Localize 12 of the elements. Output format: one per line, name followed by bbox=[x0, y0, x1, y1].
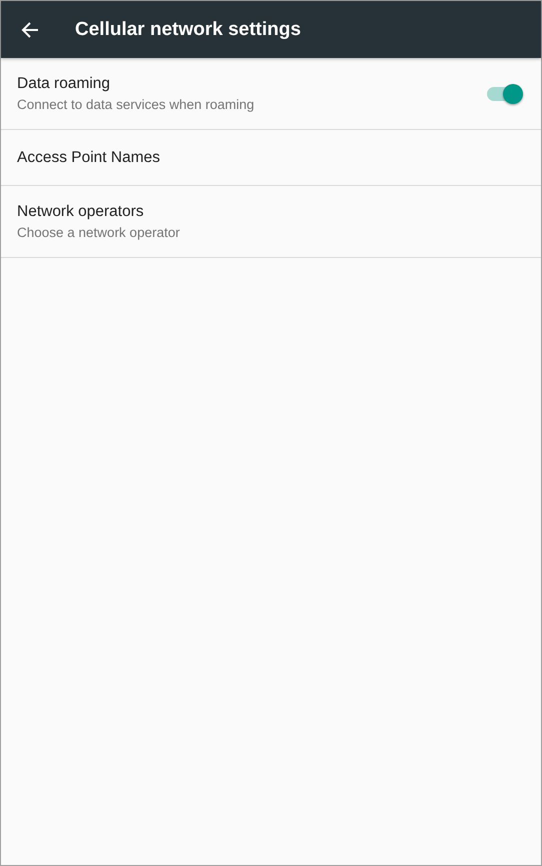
screen-title: Cellular network settings bbox=[75, 18, 301, 40]
toggle-switch[interactable] bbox=[487, 86, 521, 100]
back-button[interactable] bbox=[21, 20, 39, 38]
item-title: Network operators bbox=[17, 203, 145, 221]
item-title: Data roaming bbox=[17, 75, 112, 93]
back-arrow-icon bbox=[21, 20, 39, 38]
settings-item[interactable]: Data roaming Connect to data services when roaming bbox=[1, 58, 541, 130]
item-summary: Choose a network operator bbox=[17, 225, 181, 240]
item-summary: Connect to data services when roaming bbox=[17, 97, 256, 112]
item-title: Access Point Names bbox=[17, 148, 161, 166]
settings-item[interactable]: Network operators Choose a network operator bbox=[1, 186, 541, 258]
settings-item[interactable]: Access Point Names bbox=[1, 130, 541, 186]
